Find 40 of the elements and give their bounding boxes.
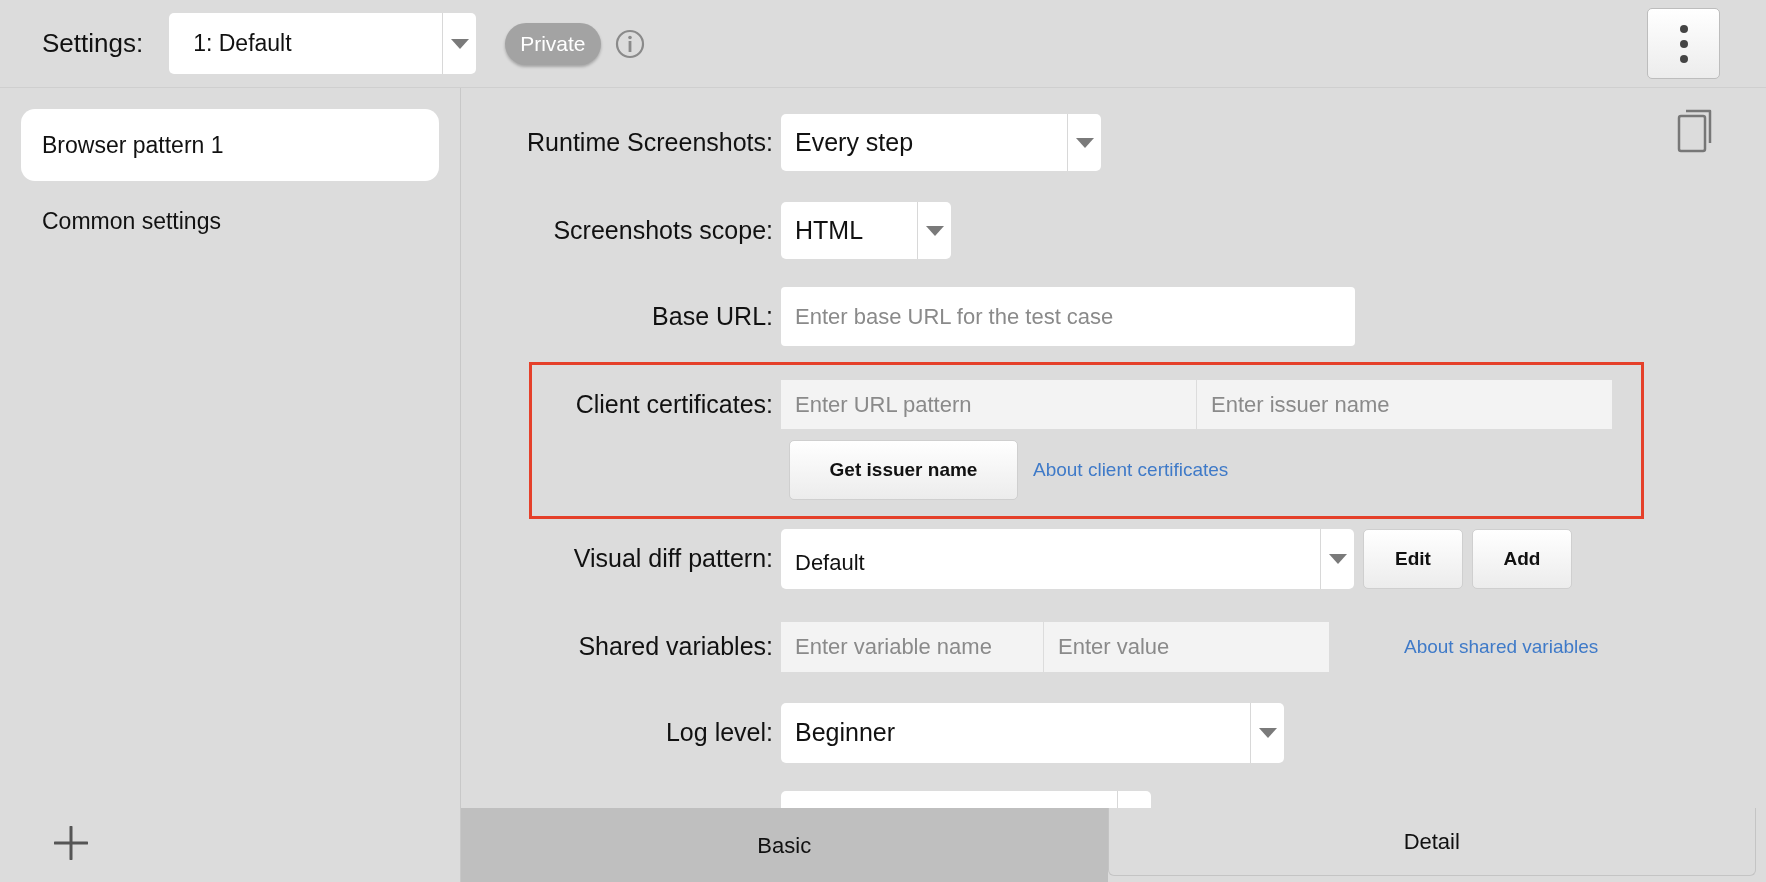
caret-icon [1075,137,1094,148]
text-field[interactable]: Enter value [1044,622,1329,672]
field-label: Runtime Screenshots: [527,126,773,158]
dropdown-value: HTML [795,214,864,246]
vertical-dots-icon [1678,23,1689,64]
dropdown[interactable]: Beginner [781,703,1284,763]
dropdown-value: Default [795,548,865,577]
text-field[interactable]: Enter issuer name [1197,380,1612,429]
more-options-button[interactable] [1647,8,1720,79]
sidebar-item[interactable]: Browser pattern 1 [21,109,439,181]
caret-icon [1328,554,1347,564]
field-label: Log level: [665,717,773,749]
text-field[interactable]: Enter base URL for the test case [781,287,1355,346]
field-label: Base URL: [652,300,773,332]
settings-label: Settings: [42,27,144,60]
dropdown[interactable]: Every step [781,114,1101,171]
field-label: Visual diff pattern: [573,543,773,575]
dropdown-value: 1: Default [193,29,292,59]
dropdown[interactable]: Default [781,529,1354,589]
tab[interactable]: Basic [461,808,1108,882]
edit-button[interactable]: Edit [1363,529,1463,589]
add-button[interactable]: Add [1472,529,1572,589]
add-icon[interactable] [54,826,88,860]
dropdown-value: Every step [795,126,914,158]
dropdown[interactable]: HTML [781,202,951,259]
dropdown[interactable]: 1: Default [169,13,477,74]
sidebar-item[interactable]: Common settings [21,185,439,257]
caret-icon [1258,728,1277,738]
text-field[interactable]: Enter variable name [781,622,1044,672]
private-badge: Private [505,22,601,65]
field-label: Client certificates: [575,388,773,420]
caret-icon [450,38,469,49]
tab[interactable]: Detail [1107,808,1756,876]
field-label: Screenshots scope: [553,214,773,246]
text-field[interactable]: Enter URL pattern [781,380,1197,429]
dropdown-value: Beginner [795,717,896,749]
caret-icon [925,225,944,236]
info-icon[interactable] [614,28,645,59]
get-issuer-name-button[interactable]: Get issuer name [789,440,1018,500]
field-label: Shared variables: [578,631,773,663]
